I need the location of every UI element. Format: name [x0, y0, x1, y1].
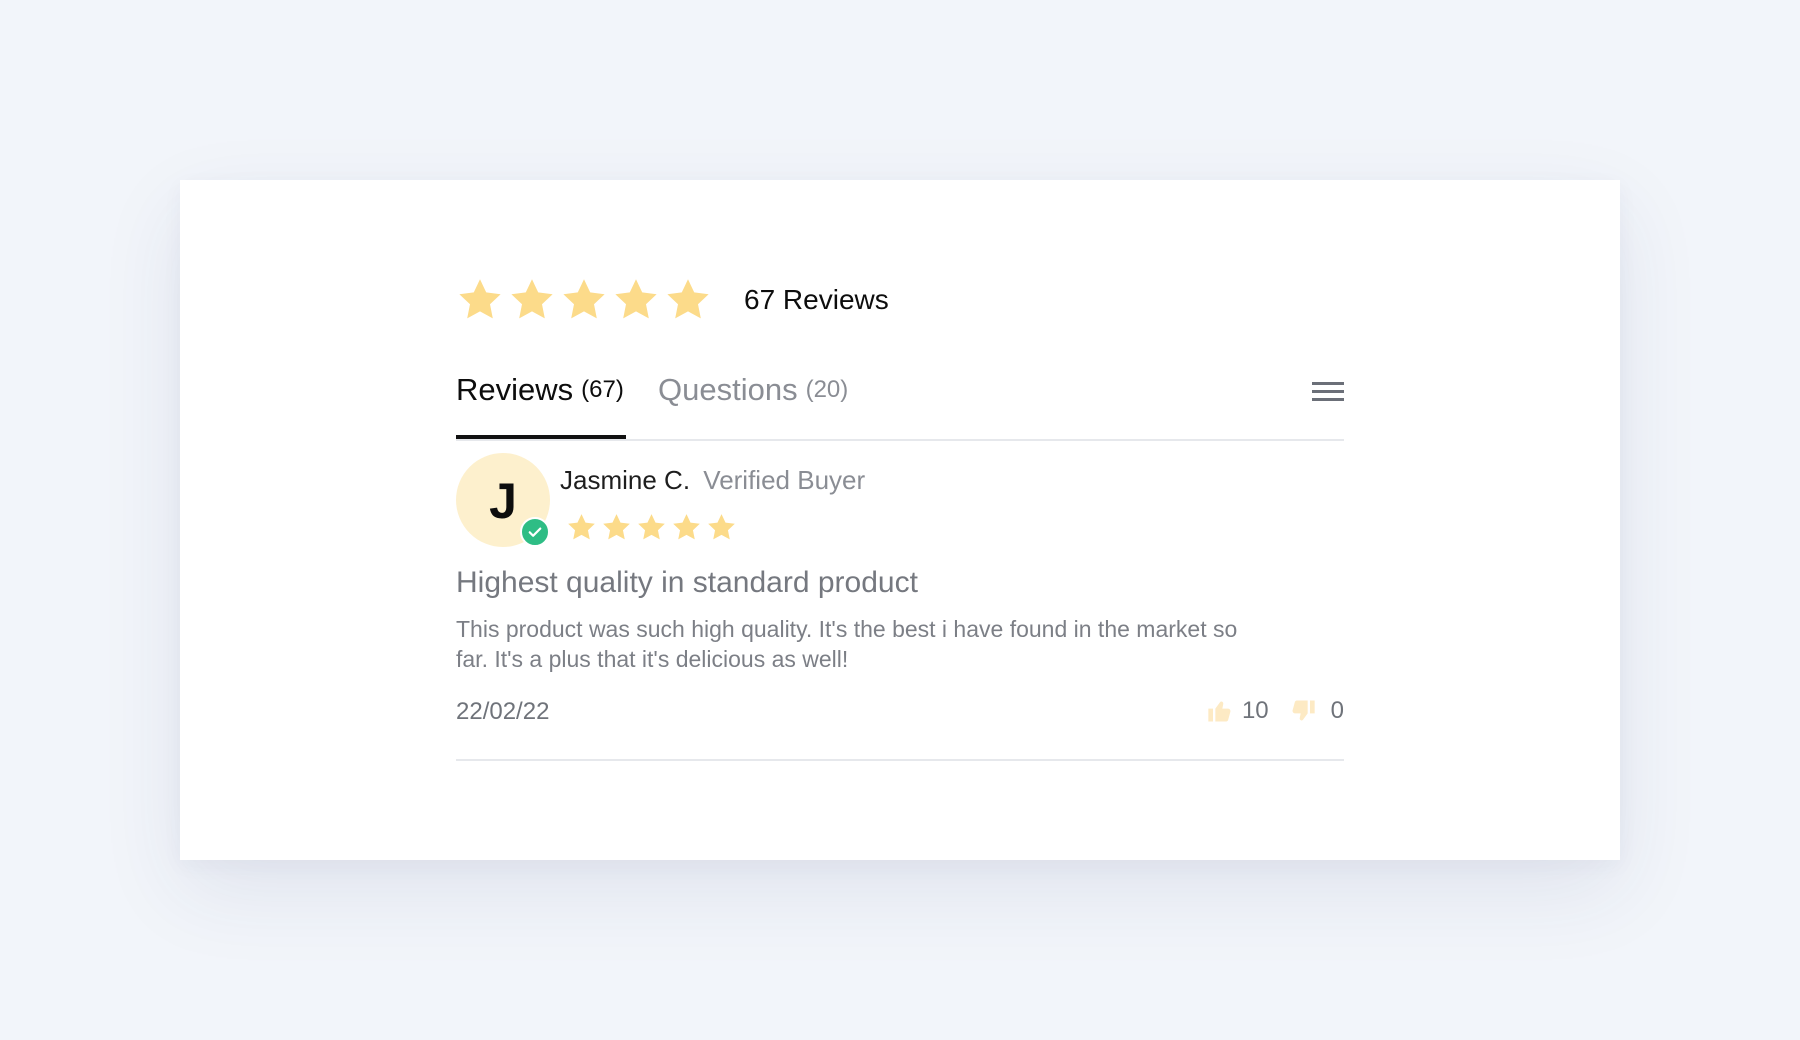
- summary-stars: [456, 276, 716, 324]
- tab-questions[interactable]: Questions (20): [658, 362, 848, 439]
- unhelpful-count: 0: [1330, 697, 1344, 724]
- helpful-button[interactable]: 10: [1206, 697, 1269, 725]
- review-item: J Jasmine C. Verified Buyer Highest qual…: [456, 441, 1344, 761]
- star-icon: [708, 514, 735, 540]
- reviews-widget: 67 Reviews Reviews (67) Questions (20) J: [456, 270, 1344, 761]
- star-icon: [459, 279, 501, 319]
- star-icon: [563, 279, 605, 319]
- star-icon: [603, 514, 630, 540]
- review-title: Highest quality in standard product: [456, 566, 918, 599]
- tab-reviews[interactable]: Reviews (67): [456, 362, 626, 439]
- hamburger-menu-icon[interactable]: [1312, 382, 1344, 406]
- unhelpful-button[interactable]: 0: [1289, 697, 1344, 725]
- avatar-initial: J: [489, 473, 517, 529]
- star-icon: [511, 279, 553, 319]
- star-icon: [673, 514, 700, 540]
- tab-count: (20): [805, 376, 849, 403]
- reviews-card: 67 Reviews Reviews (67) Questions (20) J: [180, 180, 1620, 860]
- rating-summary: 67 Reviews: [456, 270, 1344, 330]
- star-icon: [615, 279, 657, 319]
- review-date: 22/02/22: [456, 698, 550, 725]
- reviewer-info: Jasmine C. Verified Buyer: [560, 465, 865, 496]
- review-votes: 10 0: [1206, 697, 1344, 725]
- star-icon: [667, 279, 709, 319]
- reviewer-name: Jasmine C.: [560, 465, 691, 495]
- verified-buyer-label: Verified Buyer: [703, 465, 866, 495]
- tab-label: Reviews: [456, 372, 574, 407]
- review-count: 67 Reviews: [744, 284, 889, 315]
- tab-count: (67): [581, 376, 624, 403]
- thumbs-up-icon: [1208, 701, 1231, 722]
- star-icon: [638, 514, 665, 540]
- tabs-bar: Reviews (67) Questions (20): [456, 362, 1344, 441]
- review-stars: [566, 512, 741, 543]
- helpful-count: 10: [1241, 697, 1269, 724]
- thumbs-down-icon: [1292, 700, 1315, 721]
- tab-label: Questions: [658, 372, 798, 407]
- star-icon: [568, 514, 595, 540]
- check-circle-icon: [520, 517, 550, 547]
- review-body: This product was such high quality. It's…: [456, 616, 1238, 672]
